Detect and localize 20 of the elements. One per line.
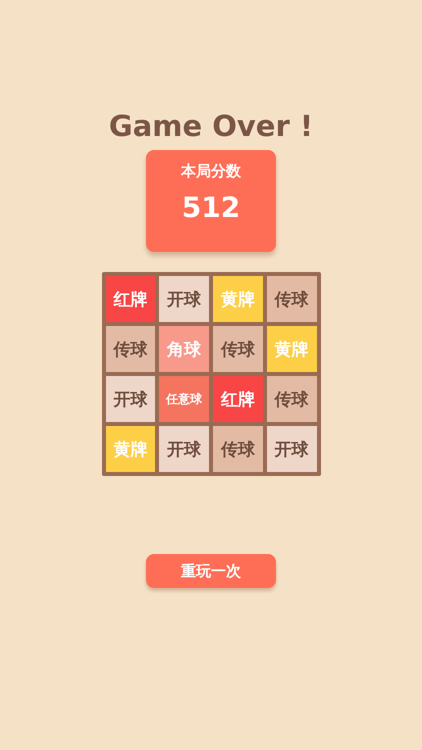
board-tile: 任意球: [159, 376, 209, 422]
board-tile: 开球: [159, 276, 209, 322]
board-tile: 传球: [106, 326, 156, 372]
board-tile: 红牌: [106, 276, 156, 322]
game-over-title: Game Over !: [108, 108, 314, 144]
board-tile: 角球: [159, 326, 209, 372]
board-tile: 开球: [159, 426, 209, 472]
board-tile: 黄牌: [213, 276, 263, 322]
board-tile: 传球: [266, 276, 316, 322]
score-label: 本局分数: [181, 162, 241, 181]
board-tile: 传球: [266, 376, 316, 422]
board-tile: 传球: [213, 326, 263, 372]
board-tile: 黄牌: [266, 326, 316, 372]
board-tile: 黄牌: [106, 426, 156, 472]
board-tile: 传球: [213, 426, 263, 472]
score-value: 512: [182, 191, 240, 224]
board-tile: 开球: [106, 376, 156, 422]
replay-button[interactable]: 重玩一次: [146, 554, 276, 588]
board-tile: 红牌: [213, 376, 263, 422]
board-tile: 开球: [266, 426, 316, 472]
